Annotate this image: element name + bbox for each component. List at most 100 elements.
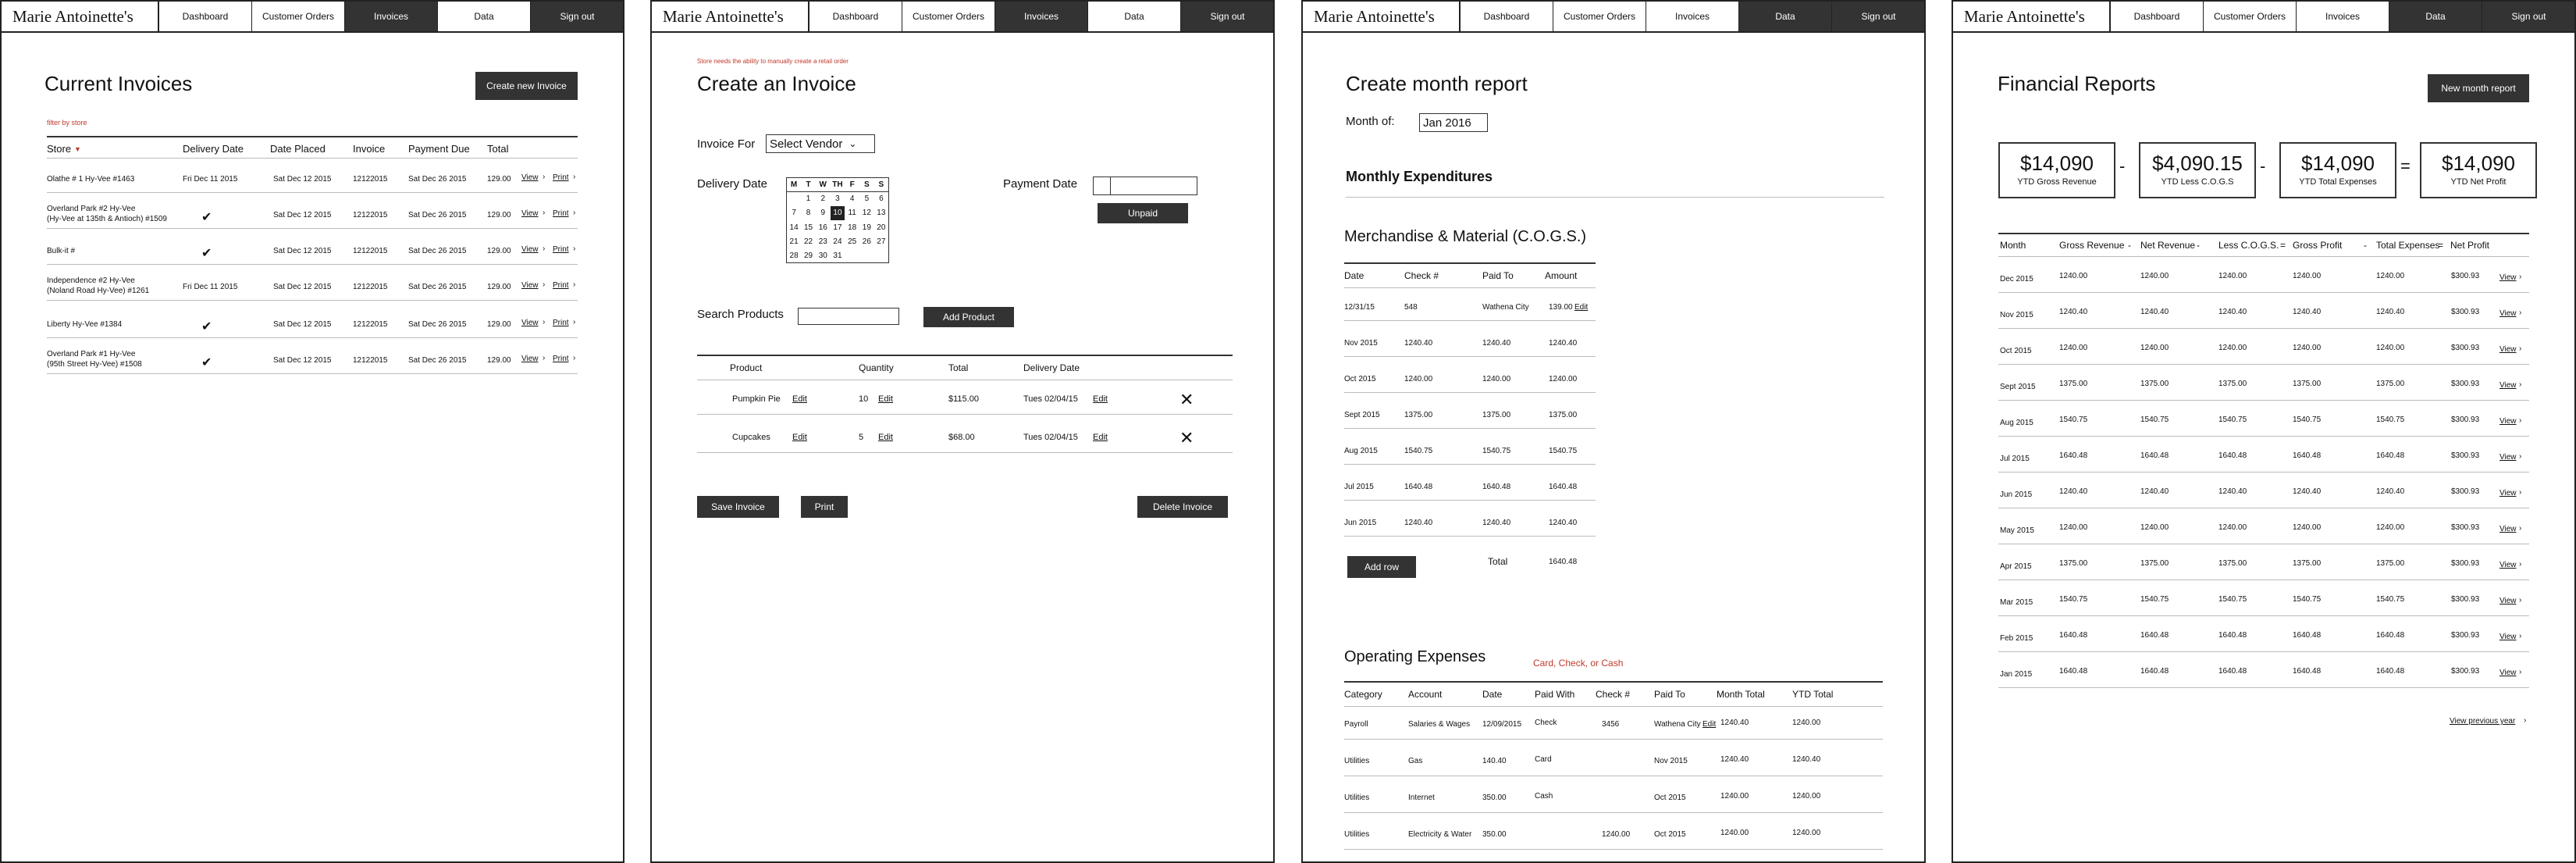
nav-item-customer-orders[interactable]: Customer Orders [902,2,995,31]
view-report-link[interactable]: View [2500,381,2517,390]
nav-item-invoices[interactable]: Invoices [995,2,1088,31]
nav-item-data[interactable]: Data [1088,2,1181,31]
calendar-day[interactable]: 1 [801,192,816,206]
view-report-link[interactable]: View [2500,453,2517,462]
view-link[interactable]: View [521,209,539,218]
calendar-day[interactable]: 31 [831,248,845,262]
print-button[interactable]: Print [801,496,848,518]
print-link[interactable]: Print [553,319,569,327]
calendar-day[interactable]: 5 [859,192,874,206]
month-input[interactable]: Jan 2016 [1419,113,1488,132]
calendar-day[interactable]: 18 [845,220,859,234]
view-report-link[interactable]: View [2500,669,2517,677]
calendar-day[interactable]: 3 [831,192,845,206]
calendar-day[interactable]: 4 [845,192,859,206]
filter-by-store-link[interactable]: filter by store [47,119,87,127]
calendar-day[interactable]: 10 [830,205,845,220]
nav-item-invoices[interactable]: Invoices [1646,2,1739,31]
calendar-day[interactable]: 14 [787,220,802,234]
edit-product-link[interactable]: Edit [792,394,807,404]
calendar-day[interactable]: 8 [801,206,816,220]
nav-item-sign-out[interactable]: Sign out [531,2,623,31]
print-link[interactable]: Print [553,281,569,290]
search-products-input[interactable] [798,308,899,325]
delivery-date-calendar[interactable]: M T W TH F S S 1 2 3 4 5 6 7 8 9 10 11 12 13 14 15 16 17 18 19 20 2… [786,177,889,263]
calendar-day[interactable]: 11 [845,206,859,220]
nav-item-invoices[interactable]: Invoices [345,2,438,31]
calendar-day[interactable]: 22 [801,234,816,248]
calendar-day[interactable]: 28 [787,248,802,262]
nav-item-customer-orders[interactable]: Customer Orders [2204,2,2297,31]
calendar-day[interactable]: 13 [874,206,889,220]
delete-invoice-button[interactable]: Delete Invoice [1137,496,1228,518]
view-report-link[interactable]: View [2500,597,2517,605]
nav-item-sign-out[interactable]: Sign out [1181,2,1273,31]
calendar-day[interactable]: 15 [801,220,816,234]
print-link[interactable]: Print [553,173,569,182]
view-report-link[interactable]: View [2500,561,2517,569]
view-report-link[interactable]: View [2500,273,2517,282]
sort-desc-icon[interactable]: ▼ [74,145,81,153]
nav-item-sign-out[interactable]: Sign out [2482,2,2574,31]
payment-status-button[interactable]: Unpaid [1098,203,1188,223]
edit-link[interactable]: Edit [1703,720,1716,729]
calendar-day[interactable]: 16 [816,220,831,234]
save-invoice-button[interactable]: Save Invoice [697,496,779,518]
view-report-link[interactable]: View [2500,417,2517,426]
calendar-day[interactable]: 24 [831,234,845,248]
nav-item-data[interactable]: Data [2389,2,2482,31]
view-link[interactable]: View [521,281,539,290]
calendar-day[interactable]: 26 [859,234,874,248]
nav-item-customer-orders[interactable]: Customer Orders [252,2,345,31]
add-product-button[interactable]: Add Product [923,307,1014,327]
calendar-day[interactable]: 2 [816,192,831,206]
calendar-day[interactable]: 9 [816,206,831,220]
calendar-day[interactable]: 27 [874,234,889,248]
view-report-link[interactable]: View [2500,633,2517,641]
calendar-day[interactable]: 21 [787,234,802,248]
view-report-link[interactable]: View [2500,309,2517,318]
calendar-day[interactable]: 19 [859,220,874,234]
calendar-day[interactable]: 25 [845,234,859,248]
nav-item-dashboard[interactable]: Dashboard [809,2,902,31]
calendar-day[interactable]: 29 [801,248,816,262]
print-link[interactable]: Print [553,355,569,363]
calendar-day[interactable]: 6 [874,192,889,206]
view-link[interactable]: View [521,173,539,182]
nav-item-data[interactable]: Data [438,2,531,31]
nav-item-dashboard[interactable]: Dashboard [2111,2,2204,31]
print-link[interactable]: Print [553,209,569,218]
view-report-link[interactable]: View [2500,525,2517,533]
calendar-day[interactable]: 7 [787,206,802,220]
view-report-link[interactable]: View [2500,489,2517,497]
view-link[interactable]: View [521,355,539,363]
view-link[interactable]: View [521,319,539,327]
edit-link[interactable]: Edit [1574,303,1588,312]
nav-item-dashboard[interactable]: Dashboard [159,2,252,31]
payment-date-input[interactable] [1093,177,1197,195]
nav-item-dashboard[interactable]: Dashboard [1461,2,1553,31]
calendar-day[interactable]: 20 [874,220,889,234]
edit-quantity-link[interactable]: Edit [878,433,893,442]
view-report-link[interactable]: View [2500,345,2517,354]
print-link[interactable]: Print [553,245,569,254]
nav-item-sign-out[interactable]: Sign out [1832,2,1924,31]
remove-icon[interactable]: ✕ [1179,428,1194,448]
view-link[interactable]: View [521,245,539,254]
calendar-day[interactable]: 23 [816,234,831,248]
create-invoice-button[interactable]: Create new Invoice [475,72,578,100]
add-row-button[interactable]: Add row [1347,556,1416,578]
calendar-day[interactable]: 30 [816,248,831,262]
remove-icon[interactable]: ✕ [1179,390,1194,410]
view-previous-year-link[interactable]: View previous year [2450,717,2515,726]
edit-date-link[interactable]: Edit [1093,394,1108,404]
edit-quantity-link[interactable]: Edit [878,394,893,404]
nav-item-invoices[interactable]: Invoices [2297,2,2389,31]
calendar-day[interactable]: 12 [859,206,874,220]
nav-item-customer-orders[interactable]: Customer Orders [1553,2,1646,31]
edit-product-link[interactable]: Edit [792,433,807,442]
edit-date-link[interactable]: Edit [1093,433,1108,442]
calendar-day[interactable]: 17 [831,220,845,234]
new-month-report-button[interactable]: New month report [2428,74,2529,102]
nav-item-data[interactable]: Data [1739,2,1832,31]
